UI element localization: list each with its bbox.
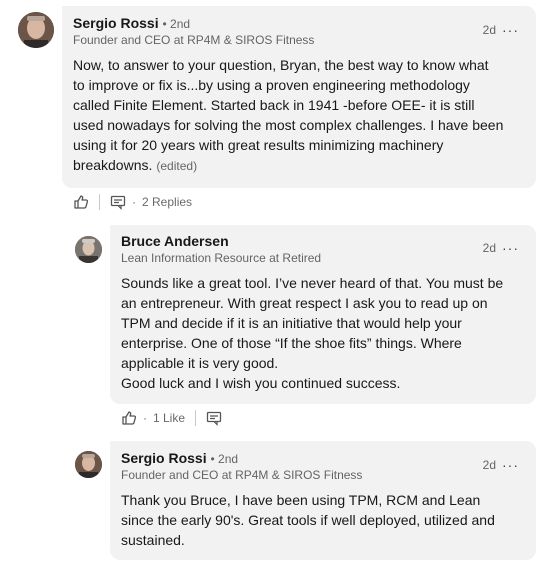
more-icon[interactable]: ··· [502, 22, 519, 38]
author-name[interactable]: Sergio Rossi [121, 450, 207, 466]
comment-line: an entrepreneur. With great respect I as… [121, 295, 488, 311]
comment-author[interactable]: Bruce Andersen [121, 233, 229, 249]
edited-label: (edited) [156, 159, 198, 173]
dot-separator: · [143, 411, 147, 425]
comment-text: Thank you Bruce, I have been using TPM, … [121, 490, 533, 550]
reply-icon[interactable] [110, 194, 126, 210]
replies-link[interactable]: 2 Replies [142, 195, 192, 209]
more-icon[interactable]: ··· [502, 457, 519, 473]
avatar[interactable] [75, 236, 102, 263]
comment-line: Thank you Bruce, I have been using TPM, … [121, 492, 481, 508]
comment-actions: · 2 Replies [73, 192, 192, 212]
comment-line: using it for 20 years with great results… [73, 137, 444, 153]
comment-line: TPM and decide if it is an initiative th… [121, 315, 462, 331]
comment-line: applicable it is very good. [121, 355, 279, 371]
author-headline: Founder and CEO at RP4M & SIROS Fitness [73, 33, 315, 47]
timestamp: 2d [482, 458, 496, 472]
comment-line-last: breakdowns. (edited) [73, 155, 533, 176]
comment-meta: 2d ··· [483, 22, 519, 38]
connection-degree: • 2nd [210, 452, 239, 466]
timestamp: 2d [482, 241, 496, 255]
author-headline: Founder and CEO at RP4M & SIROS Fitness [121, 468, 363, 482]
comment-author[interactable]: Sergio Rossi • 2nd [121, 450, 238, 466]
comment-line: to improve or fix is...by using a proven… [73, 77, 470, 93]
comment-line: since the early 90's. Great tools if wel… [121, 512, 495, 528]
comment-text: Sounds like a great tool. I’ve never hea… [121, 273, 533, 393]
comment-line: sustained. [121, 532, 185, 548]
connection-degree: • 2nd [162, 17, 191, 31]
avatar[interactable] [18, 12, 54, 48]
comment-line: used nowadays for solving the most compl… [73, 117, 504, 133]
comment-line: breakdowns. [73, 157, 153, 173]
comment-meta: 2d ··· [483, 240, 519, 256]
author-name[interactable]: Sergio Rossi [73, 15, 159, 31]
comment-line: called Finite Element. Started back in 1… [73, 97, 475, 113]
avatar[interactable] [75, 451, 102, 478]
like-icon[interactable] [73, 194, 89, 210]
comment-text: Now, to answer to your question, Bryan, … [73, 55, 533, 176]
comment-actions: · 1 Like [121, 408, 222, 428]
more-icon[interactable]: ··· [502, 240, 519, 256]
divider [99, 194, 100, 210]
like-icon[interactable] [121, 410, 137, 426]
comment-line: Now, to answer to your question, Bryan, … [73, 57, 489, 73]
likes-count[interactable]: 1 Like [153, 411, 185, 425]
comment-meta: 2d ··· [483, 457, 519, 473]
comment-line: Sounds like a great tool. I’ve never hea… [121, 275, 504, 291]
author-name[interactable]: Bruce Andersen [121, 233, 229, 249]
comment-line: Good luck and I wish you continued succe… [121, 375, 401, 391]
comment-author[interactable]: Sergio Rossi • 2nd [73, 15, 190, 31]
comment-line: enterprise. One of those “If the shoe fi… [121, 335, 462, 351]
timestamp: 2d [482, 23, 496, 37]
divider [195, 410, 197, 426]
author-headline: Lean Information Resource at Retired [121, 251, 322, 265]
dot-separator: · [132, 195, 136, 209]
reply-icon[interactable] [206, 410, 222, 426]
